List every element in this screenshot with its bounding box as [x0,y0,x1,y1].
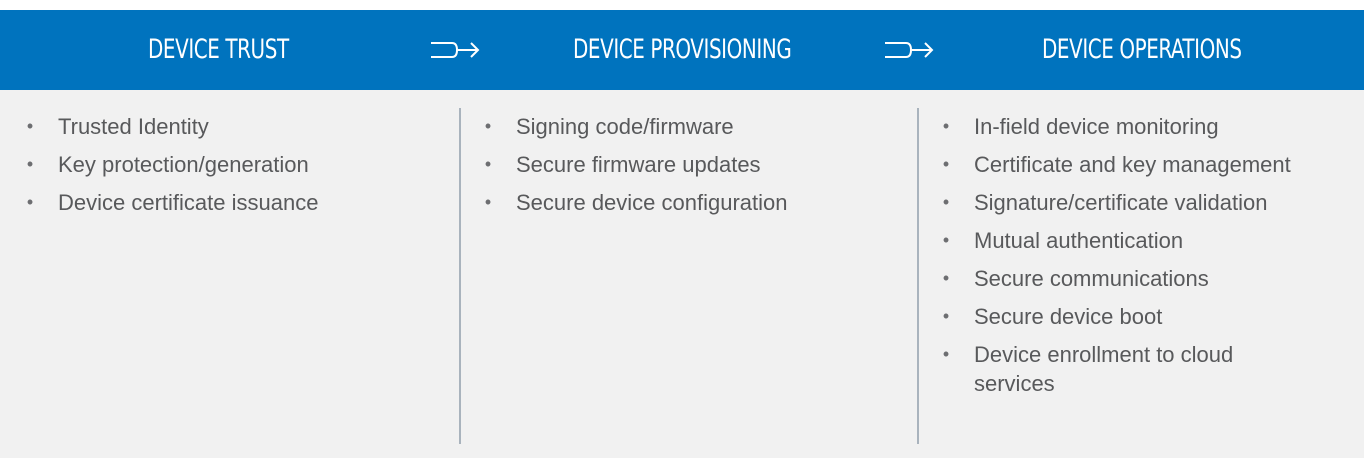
list-item: • Signing code/firmware [478,112,898,141]
device-provisioning-list: • Signing code/firmware • Secure firmware … [478,112,898,226]
flow-arrow-icon [885,42,934,58]
column-divider [917,108,919,444]
bullet: • [26,116,34,136]
list-item: • Trusted Identity [20,112,440,141]
bullet: • [484,192,492,212]
list-item: • Mutual authentication [936,226,1356,255]
device-trust-list: • Trusted Identity • Key protection/genera… [20,112,440,226]
stage-title-device-trust: DEVICE TRUST [148,34,289,65]
bullet: • [942,306,950,326]
bullet: • [942,116,950,136]
bullet: • [942,192,950,212]
bullet: • [942,230,950,250]
stage-title-device-provisioning: DEVICE PROVISIONING [573,34,792,65]
device-operations-list: • In-field device monitoring • Certificate… [936,112,1356,407]
bullet: • [942,154,950,174]
bullet: • [484,116,492,136]
bullet: • [942,344,950,364]
stage-header-bar: DEVICE TRUST DEVICE PROVISIONING DEVICE … [0,10,1364,90]
bullet: • [26,192,34,212]
bullet: • [26,154,34,174]
list-item: • Key protection/generation [20,150,440,179]
list-item: • Secure communications [936,264,1356,293]
bullet: • [942,268,950,288]
device-lifecycle-diagram: DEVICE TRUST DEVICE PROVISIONING DEVICE … [0,0,1364,458]
list-item: • Secure firmware updates [478,150,898,179]
list-item: • Certificate and key management [936,150,1356,179]
column-divider [459,108,461,444]
stage-title-device-operations: DEVICE OPERATIONS [1042,34,1242,65]
list-item: • Device certificate issuance [20,188,440,217]
list-item: • Secure device configuration [478,188,898,217]
bullet: • [484,154,492,174]
list-item: • Device enrollment to cloud services [936,340,1304,398]
list-item: • Secure device boot [936,302,1356,331]
list-item: • In-field device monitoring [936,112,1356,141]
list-item: • Signature/certificate validation [936,188,1356,217]
flow-arrow-icon [431,42,480,58]
